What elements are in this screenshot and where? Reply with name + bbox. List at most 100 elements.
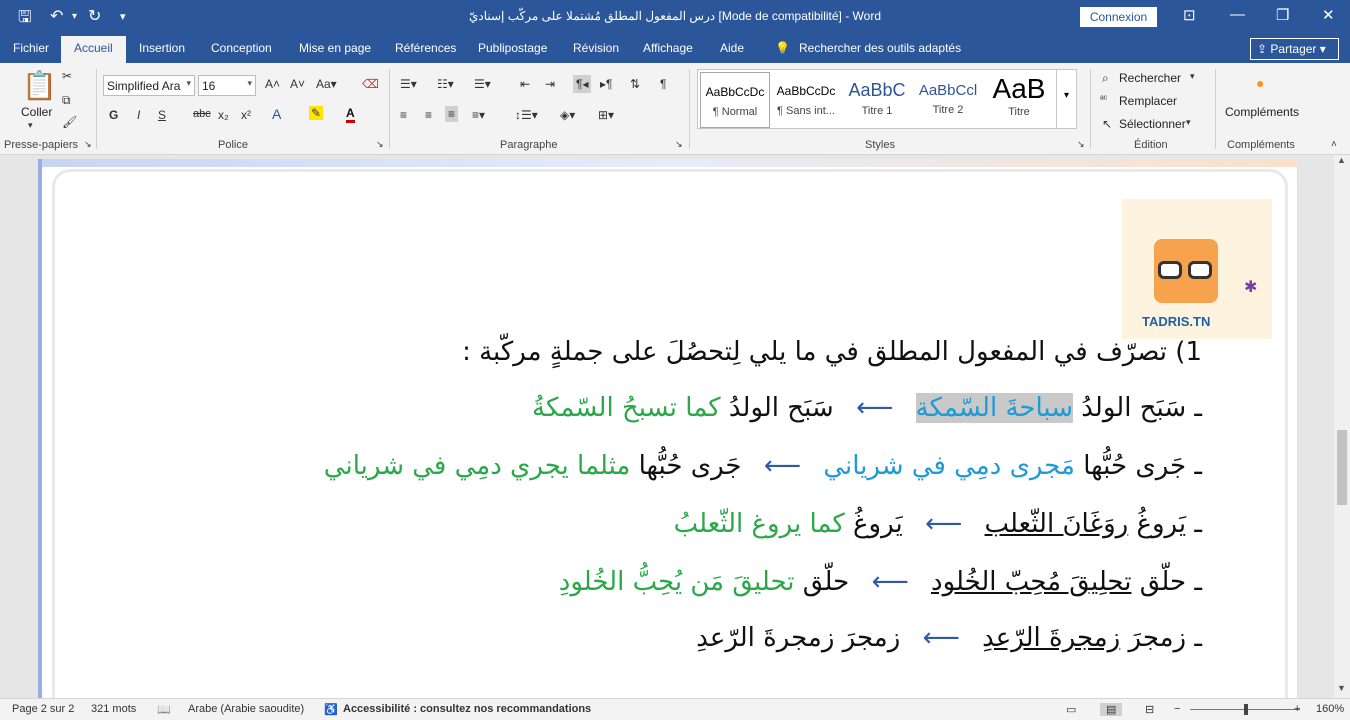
paste-label[interactable]: Coller — [21, 105, 52, 119]
vertical-scrollbar[interactable]: ▲ ▼ — [1334, 155, 1350, 698]
dialog-launcher-icon[interactable]: ↘ — [675, 139, 683, 150]
format-painter-icon[interactable]: 🖌 — [62, 115, 77, 129]
zoom-level[interactable]: 160% — [1316, 703, 1344, 715]
paste-icon[interactable]: 📋 — [22, 69, 57, 102]
clear-formatting-icon[interactable]: ⌫ — [362, 77, 379, 91]
addins-icon[interactable]: ● — [1256, 75, 1264, 91]
rtl-direction-icon[interactable]: ¶◂ — [573, 75, 592, 93]
font-size-select[interactable]: 16 ▾ — [198, 75, 256, 96]
scroll-down-icon[interactable]: ▼ — [1337, 683, 1346, 693]
minimize-icon[interactable]: — — [1230, 6, 1245, 23]
change-case-icon[interactable]: Aa▾ — [316, 77, 337, 91]
decrease-indent-icon[interactable]: ⇤ — [520, 77, 530, 91]
share-label: Partager — [1270, 42, 1317, 56]
row-result-text: حلّق — [794, 567, 850, 597]
proofing-icon[interactable]: 📖 — [157, 703, 171, 716]
scroll-up-icon[interactable]: ▲ — [1337, 155, 1346, 165]
styles-more-icon[interactable]: ▾ — [1056, 70, 1076, 128]
style-heading-2[interactable]: AaBbCcl Titre 2 — [913, 72, 983, 128]
tab-publipostage[interactable]: Publipostage — [478, 41, 547, 55]
font-name-select[interactable]: Simplified Ara ▾ — [103, 75, 195, 96]
copy-icon[interactable]: ⧉ — [62, 93, 71, 108]
tab-references[interactable]: Références — [395, 41, 456, 55]
close-icon[interactable]: ✕ — [1322, 6, 1335, 24]
tab-insertion[interactable]: Insertion — [139, 41, 185, 55]
subscript-icon[interactable]: x₂ — [218, 108, 229, 122]
tab-mise-en-page[interactable]: Mise en page — [299, 41, 371, 55]
paste-dropdown-icon[interactable]: ▾ — [28, 120, 33, 131]
style-sample: AaBbCcDc — [776, 84, 836, 98]
row-dash: ـ — [1194, 451, 1202, 481]
align-center-icon[interactable]: ≡ — [425, 108, 432, 122]
strikethrough-icon[interactable]: abc — [193, 108, 211, 120]
tab-fichier[interactable]: Fichier — [13, 41, 49, 55]
dialog-launcher-icon[interactable]: ↘ — [376, 139, 384, 150]
ribbon-display-icon[interactable]: ⊡ — [1183, 6, 1196, 24]
italic-button[interactable]: I — [137, 108, 140, 122]
highlight-icon[interactable]: ✎ — [309, 106, 324, 120]
tab-accueil[interactable]: Accueil — [61, 36, 126, 63]
bullets-icon[interactable]: ☰▾ — [400, 77, 417, 91]
grow-font-icon[interactable]: A˄ — [265, 77, 280, 91]
chevron-down-icon[interactable]: ▾ — [1190, 71, 1195, 82]
dialog-launcher-icon[interactable]: ↘ — [84, 139, 92, 150]
tab-aide[interactable]: Aide — [720, 41, 744, 55]
tell-me-search[interactable]: Rechercher des outils adaptés — [799, 41, 961, 55]
document-area[interactable]: ✱ TADRIS.TN 1) تصرّف في المفعول المطلق ف… — [0, 155, 1334, 698]
addins-button[interactable]: Compléments — [1225, 105, 1299, 119]
style-sample: AaBbCcDc — [705, 85, 765, 99]
multilevel-list-icon[interactable]: ☰▾ — [474, 77, 491, 91]
language-indicator[interactable]: Arabe (Arabie saoudite) — [188, 703, 304, 715]
align-right-icon[interactable]: ≡ — [445, 106, 459, 122]
row-source-text: حلّق — [1131, 567, 1187, 597]
tab-conception[interactable]: Conception — [211, 41, 272, 55]
tab-affichage[interactable]: Affichage — [643, 41, 693, 55]
bold-button[interactable]: G — [109, 108, 118, 122]
read-mode-icon[interactable]: ▭ — [1066, 703, 1076, 716]
justify-icon[interactable]: ≡▾ — [472, 108, 485, 122]
accessibility-status[interactable]: Accessibilité : consultez nos recommanda… — [343, 703, 591, 715]
select-button[interactable]: Sélectionner — [1119, 117, 1186, 131]
style-name: ¶ Normal — [712, 106, 758, 118]
dialog-launcher-icon[interactable]: ↘ — [1077, 139, 1085, 150]
superscript-icon[interactable]: x² — [241, 108, 251, 122]
text-effects-icon[interactable]: A — [272, 106, 281, 122]
print-layout-icon[interactable]: ▤ — [1100, 703, 1123, 716]
find-button[interactable]: Rechercher — [1119, 71, 1181, 85]
web-layout-icon[interactable]: ⊟ — [1145, 703, 1154, 716]
style-title[interactable]: AaB Titre — [984, 72, 1054, 128]
group-label-styles: Styles — [865, 139, 895, 151]
maximize-icon[interactable]: ❐ — [1276, 6, 1289, 24]
ltr-direction-icon[interactable]: ▸¶ — [600, 77, 612, 91]
search-icon: ⌕ — [1102, 71, 1109, 85]
shading-icon[interactable]: ◈▾ — [560, 108, 575, 122]
increase-indent-icon[interactable]: ⇥ — [545, 77, 555, 91]
scrollbar-thumb[interactable] — [1337, 430, 1347, 505]
shrink-font-icon[interactable]: A˅ — [290, 77, 305, 91]
document-page[interactable]: ✱ TADRIS.TN 1) تصرّف في المفعول المطلق ف… — [38, 159, 1298, 698]
borders-icon[interactable]: ⊞▾ — [598, 108, 614, 122]
zoom-out-icon[interactable]: − — [1174, 703, 1180, 715]
zoom-slider-thumb[interactable] — [1244, 704, 1248, 715]
tab-revision[interactable]: Révision — [573, 41, 619, 55]
share-button[interactable]: ⇪ Partager ▾ — [1250, 38, 1339, 60]
underline-button[interactable]: S — [158, 108, 166, 122]
style-heading-1[interactable]: AaBbC Titre 1 — [842, 72, 912, 128]
replace-button[interactable]: Remplacer — [1119, 94, 1177, 108]
style-normal[interactable]: AaBbCcDc ¶ Normal — [700, 72, 770, 128]
cut-icon[interactable]: ✂ — [62, 69, 72, 83]
line-spacing-icon[interactable]: ↕☰▾ — [515, 108, 538, 122]
signin-button[interactable]: Connexion — [1080, 7, 1157, 27]
page-count[interactable]: Page 2 sur 2 — [12, 703, 74, 715]
word-count[interactable]: 321 mots — [91, 703, 136, 715]
chevron-down-icon[interactable]: ▾ — [1186, 117, 1191, 128]
numbering-icon[interactable]: ☷▾ — [437, 77, 454, 91]
sort-icon[interactable]: ⇅ — [630, 77, 640, 91]
styles-gallery: AaBbCcDc ¶ Normal AaBbCcDc ¶ Sans int...… — [697, 69, 1077, 129]
collapse-ribbon-icon[interactable]: ˄ — [1331, 139, 1337, 150]
align-left-icon[interactable]: ≡ — [400, 108, 407, 122]
zoom-in-icon[interactable]: + — [1294, 703, 1300, 715]
style-no-spacing[interactable]: AaBbCcDc ¶ Sans int... — [771, 72, 841, 128]
show-marks-icon[interactable]: ¶ — [660, 77, 666, 91]
font-color-icon[interactable]: A — [346, 106, 355, 123]
